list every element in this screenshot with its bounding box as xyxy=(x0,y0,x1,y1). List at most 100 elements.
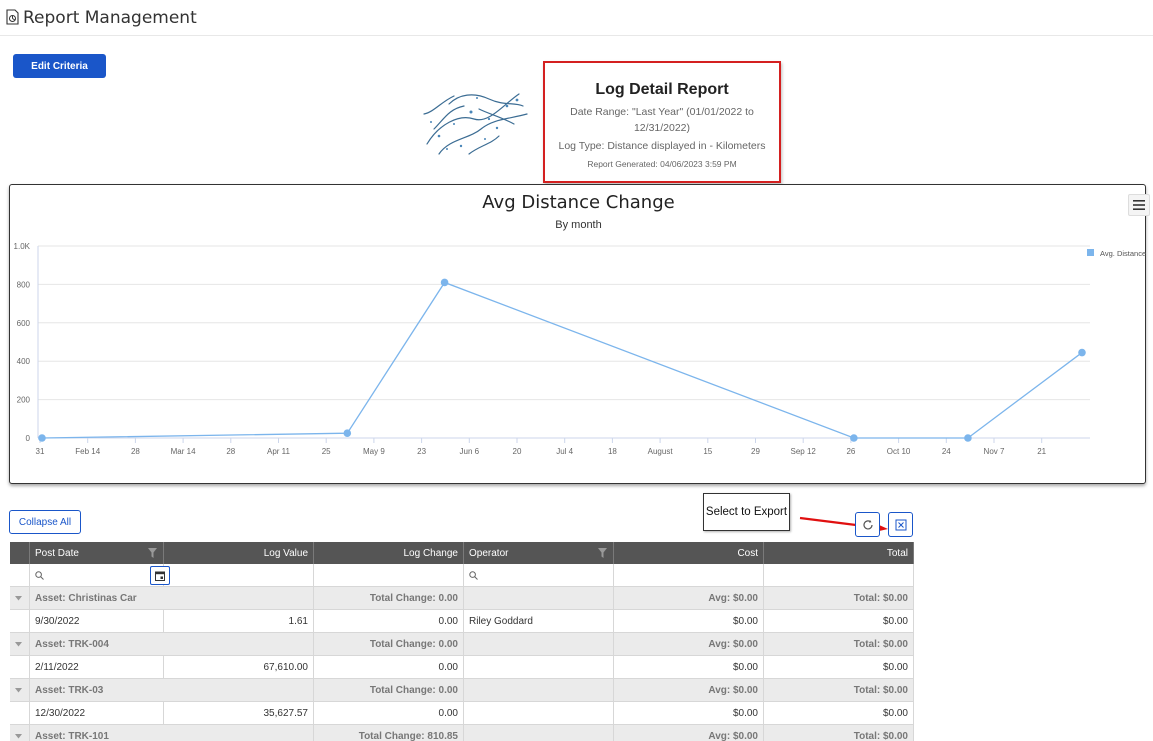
y-tick-label: 0 xyxy=(26,434,31,443)
row-spacer xyxy=(10,610,30,633)
page-title: Report Management xyxy=(23,8,197,28)
operator-cell: Riley Goddard xyxy=(464,610,614,633)
group-toggle[interactable] xyxy=(10,725,30,741)
column-header-label: Post Date xyxy=(35,547,79,559)
cost-cell: $0.00 xyxy=(614,610,764,633)
table-row[interactable]: 9/30/2022 1.61 0.00 Riley Goddard $0.00 $0.00 xyxy=(10,610,914,633)
report-title: Log Detail Report xyxy=(595,81,729,98)
group-toggle[interactable] xyxy=(10,679,30,702)
search-icon xyxy=(35,570,44,580)
data-point xyxy=(1078,348,1086,357)
y-tick-label: 400 xyxy=(17,357,31,366)
group-total: Total: $0.00 xyxy=(764,679,914,702)
x-tick-label: Jun 6 xyxy=(460,447,480,456)
grid-filter-row xyxy=(10,564,914,587)
total-filter[interactable] xyxy=(764,564,914,587)
data-point xyxy=(964,434,972,442)
log-change-filter[interactable] xyxy=(314,564,464,587)
group-row: Asset: Christinas Car Total Change: 0.00 A… xyxy=(10,587,914,610)
x-tick-label: 24 xyxy=(942,447,951,456)
cost-cell: $0.00 xyxy=(614,702,764,725)
group-total-change: Total Change: 0.00 xyxy=(314,679,464,702)
post-date-filter[interactable] xyxy=(30,564,164,587)
x-tick-label: 31 xyxy=(36,447,45,456)
report-document-icon xyxy=(6,9,19,25)
column-header-total[interactable]: Total xyxy=(764,542,914,564)
line-chart: 0 200 400 600 800 1.0K 31 Feb 14 28 Mar 14 28 Apr 1… xyxy=(14,242,1147,456)
export-callout: Select to Export xyxy=(703,493,790,531)
dragon-logo xyxy=(423,93,528,155)
column-header-log-value[interactable]: Log Value xyxy=(164,542,314,564)
x-tick-label: 29 xyxy=(751,447,760,456)
y-tick-label: 800 xyxy=(17,280,31,289)
column-header-label: Log Change xyxy=(403,547,459,559)
group-avg: Avg: $0.00 xyxy=(614,587,764,610)
operator-cell xyxy=(464,702,614,725)
table-row[interactable]: 12/30/2022 35,627.57 0.00 $0.00 $0.00 xyxy=(10,702,914,725)
group-spacer xyxy=(464,725,614,741)
collapse-all-button[interactable]: Collapse All xyxy=(9,510,81,534)
x-tick-label: 18 xyxy=(608,447,617,456)
group-total: Total: $0.00 xyxy=(764,633,914,656)
log-value-cell: 1.61 xyxy=(164,610,314,633)
x-tick-label: 28 xyxy=(131,447,140,456)
report-generated: Report Generated: 04/06/2023 3:59 PM xyxy=(587,159,737,169)
report-date-range: Date Range: "Last Year" (01/01/2022 to 1… xyxy=(570,106,754,134)
post-date-cell: 12/30/2022 xyxy=(30,702,164,725)
header-bar: Report Management xyxy=(0,0,1153,36)
log-value-cell: 67,610.00 xyxy=(164,656,314,679)
group-toggle[interactable] xyxy=(10,587,30,610)
x-tick-label: 26 xyxy=(846,447,855,456)
edit-criteria-button[interactable]: Edit Criteria xyxy=(13,54,106,78)
x-tick-label: August xyxy=(648,447,674,456)
group-spacer xyxy=(464,633,614,656)
filter-icon[interactable] xyxy=(148,548,157,558)
data-point xyxy=(440,278,449,287)
group-toggle[interactable] xyxy=(10,633,30,656)
filter-icon[interactable] xyxy=(598,548,607,558)
caret-down-icon xyxy=(15,595,22,600)
total-cell: $0.00 xyxy=(764,702,914,725)
series-line xyxy=(41,281,1083,439)
group-spacer xyxy=(464,587,614,610)
column-header-cost[interactable]: Cost xyxy=(614,542,764,564)
x-tick-label: Apr 11 xyxy=(267,447,291,456)
export-excel-button[interactable] xyxy=(888,512,913,537)
report-info-box: Log Detail Report Date Range: "Last Year… xyxy=(543,61,781,183)
post-date-cell: 9/30/2022 xyxy=(30,610,164,633)
row-spacer xyxy=(10,656,30,679)
y-tick-label: 600 xyxy=(17,319,31,328)
x-tick-label: 15 xyxy=(703,447,712,456)
calendar-icon xyxy=(155,571,165,581)
x-tick-label: Oct 10 xyxy=(887,447,911,456)
filter-spacer xyxy=(10,564,30,587)
caret-down-icon xyxy=(15,687,22,692)
operator-filter[interactable] xyxy=(464,564,614,587)
column-header-label: Operator xyxy=(469,547,509,559)
log-change-cell: 0.00 xyxy=(314,610,464,633)
column-header-post-date[interactable]: Post Date xyxy=(30,542,164,564)
chart-container: Avg Distance Change By month 0 200 400 600 8… xyxy=(9,184,1150,484)
data-point xyxy=(850,434,858,442)
log-value-cell: 35,627.57 xyxy=(164,702,314,725)
log-change-cell: 0.00 xyxy=(314,702,464,725)
date-picker-button[interactable] xyxy=(150,566,170,585)
column-header-label: Total xyxy=(886,547,908,559)
x-tick-label: Jul 4 xyxy=(556,447,573,456)
group-label: Asset: TRK-101 xyxy=(30,725,314,741)
column-header-label: Log Value xyxy=(263,547,308,559)
log-change-cell: 0.00 xyxy=(314,656,464,679)
legend-swatch xyxy=(1087,249,1094,256)
refresh-icon xyxy=(862,519,873,529)
x-tick-label: Mar 14 xyxy=(171,447,196,456)
group-expand-header xyxy=(10,542,30,564)
table-row[interactable]: 2/11/2022 67,610.00 0.00 $0.00 $0.00 xyxy=(10,656,914,679)
refresh-button[interactable] xyxy=(855,512,880,537)
column-header-log-change[interactable]: Log Change xyxy=(314,542,464,564)
data-point xyxy=(38,434,46,442)
total-cell: $0.00 xyxy=(764,656,914,679)
log-value-filter[interactable] xyxy=(164,564,314,587)
group-label: Asset: TRK-004 xyxy=(30,633,314,656)
column-header-operator[interactable]: Operator xyxy=(464,542,614,564)
cost-filter[interactable] xyxy=(614,564,764,587)
